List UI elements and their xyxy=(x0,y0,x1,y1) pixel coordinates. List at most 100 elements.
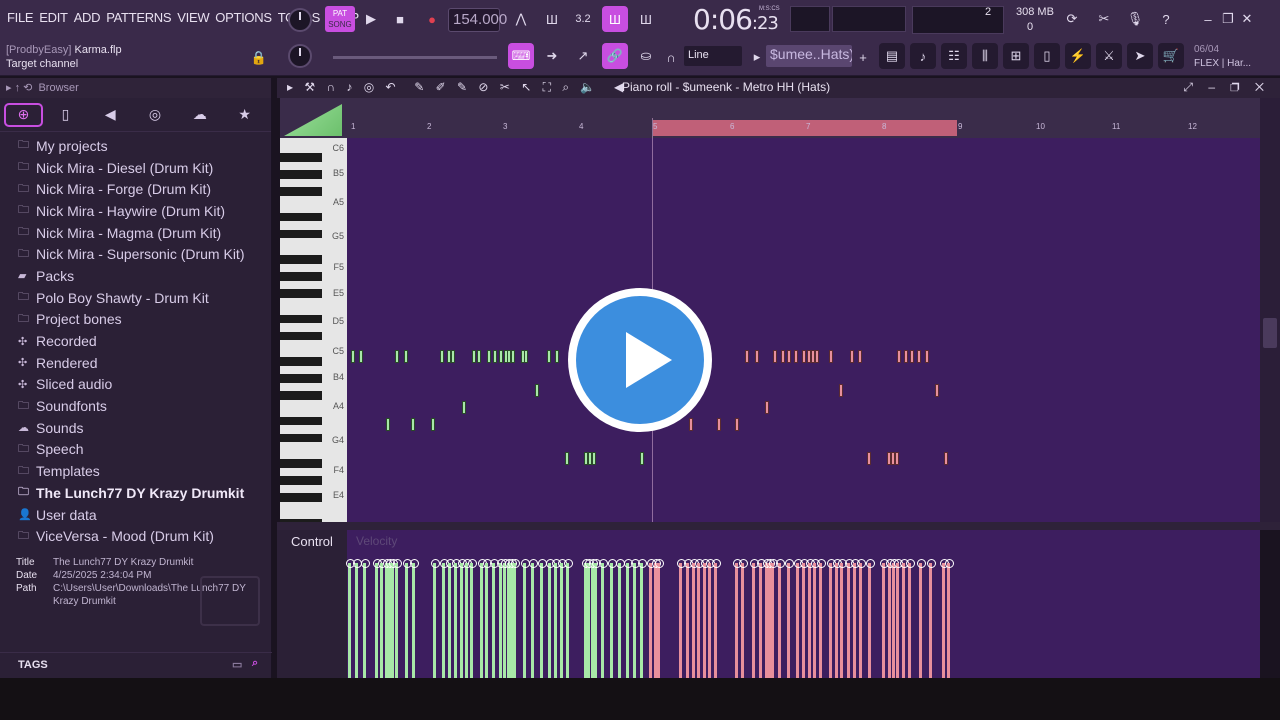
note[interactable] xyxy=(829,350,833,363)
velocity-bar[interactable] xyxy=(497,559,506,678)
velocity-bar[interactable] xyxy=(695,559,704,678)
note[interactable] xyxy=(386,418,390,431)
playlist-icon[interactable]: ▤ xyxy=(879,43,905,69)
browser-item[interactable]: ✣ Sliced audio xyxy=(0,374,271,396)
black-key[interactable] xyxy=(280,476,322,485)
browser-item[interactable]: ✣ Rendered xyxy=(0,352,271,374)
velocity-bar[interactable] xyxy=(838,559,847,678)
note[interactable] xyxy=(640,452,644,465)
master-volume-knob[interactable] xyxy=(288,8,312,32)
note[interactable] xyxy=(351,350,355,363)
velocity-bar[interactable] xyxy=(886,559,895,678)
piano-roll-icon[interactable]: ♪ xyxy=(910,43,936,69)
magnet-icon[interactable]: ∩ xyxy=(662,44,680,70)
control-target[interactable]: Velocity xyxy=(356,534,397,548)
note[interactable] xyxy=(815,350,819,363)
note[interactable] xyxy=(765,401,769,414)
link-icon[interactable]: 🔗 xyxy=(602,43,628,69)
note[interactable] xyxy=(555,350,559,363)
velocity-bar[interactable] xyxy=(558,559,567,678)
window-controls[interactable]: ⤢ – ❐ ✕ xyxy=(1183,80,1270,95)
velocity-bar[interactable] xyxy=(857,559,866,678)
tool-icons[interactable]: ▸ ⚒ ∩ ♪ ◎ ↶ ✎ ✐ ✎ ⊘ ✂ ↖ ⛶ ⌕ 🔈 ◀ xyxy=(287,80,627,95)
browser-item[interactable]: ✣ Recorded xyxy=(0,330,271,352)
black-key[interactable] xyxy=(280,459,322,468)
metronome-icon[interactable]: ⋀ xyxy=(508,6,534,32)
velocity-bar[interactable] xyxy=(616,559,625,678)
black-key[interactable] xyxy=(280,170,322,179)
stamp-icon[interactable]: ⛀ xyxy=(633,43,659,69)
black-key[interactable] xyxy=(280,187,322,196)
black-key[interactable] xyxy=(280,416,322,425)
note[interactable] xyxy=(717,418,721,431)
cut-icon[interactable]: ✂ xyxy=(1091,6,1117,32)
note-grid[interactable] xyxy=(347,138,1260,522)
note[interactable] xyxy=(755,350,759,363)
channel-rack-icon[interactable]: ☷ xyxy=(941,43,967,69)
note[interactable] xyxy=(511,350,515,363)
black-key[interactable] xyxy=(280,391,322,400)
menu-options[interactable]: OPTIONS xyxy=(212,10,274,25)
help-icon[interactable]: ? xyxy=(1153,6,1179,32)
velocity-bar[interactable] xyxy=(608,559,617,678)
velocity-bar[interactable] xyxy=(353,559,362,678)
velocity-bar[interactable] xyxy=(599,559,608,678)
note[interactable] xyxy=(547,350,551,363)
note[interactable] xyxy=(910,350,914,363)
search-icon[interactable]: ⌕ xyxy=(252,657,258,670)
cart-icon[interactable]: 🛒 xyxy=(1158,43,1184,69)
lock-icon[interactable]: 🔒 xyxy=(246,45,272,71)
news-box[interactable]: 06/04 FLEX | Har... xyxy=(1194,43,1251,71)
velocity-bar[interactable] xyxy=(945,559,954,678)
browser-item[interactable]: 🗀 Soundfonts xyxy=(0,395,271,417)
velocity-bar[interactable] xyxy=(564,559,573,678)
note[interactable] xyxy=(895,452,899,465)
browser-icon[interactable]: ⊞ xyxy=(1003,43,1029,69)
note[interactable] xyxy=(472,350,476,363)
arrow-right-icon[interactable]: ➜ xyxy=(539,43,565,69)
note[interactable] xyxy=(904,350,908,363)
note[interactable] xyxy=(925,350,929,363)
velocity-bar[interactable] xyxy=(446,559,455,678)
velocity-bar[interactable] xyxy=(866,559,875,678)
black-key[interactable] xyxy=(280,314,322,323)
velocity-bar[interactable] xyxy=(894,559,903,678)
velocity-bar[interactable] xyxy=(431,559,440,678)
velocity-bar[interactable] xyxy=(521,559,530,678)
close-icon[interactable]: ✕ xyxy=(1237,6,1257,32)
velocity-bar[interactable] xyxy=(631,559,640,678)
black-key[interactable] xyxy=(280,357,322,366)
velocity-bar[interactable] xyxy=(833,559,842,678)
master-slider[interactable] xyxy=(333,56,497,59)
velocity-bar[interactable] xyxy=(501,559,510,678)
restore-icon[interactable]: ❐ xyxy=(1218,6,1238,32)
note[interactable] xyxy=(944,452,948,465)
black-key[interactable] xyxy=(280,493,322,502)
note[interactable] xyxy=(477,350,481,363)
velocity-bar[interactable] xyxy=(890,559,899,678)
velocity-bar[interactable] xyxy=(478,559,487,678)
add-channel-icon[interactable]: + xyxy=(852,44,874,70)
note[interactable] xyxy=(787,350,791,363)
velocity-bar[interactable] xyxy=(811,559,820,678)
browser-item[interactable]: 🗀 Templates xyxy=(0,460,271,482)
velocity-bar[interactable] xyxy=(440,559,449,678)
plugins-tab-icon[interactable]: ◎ xyxy=(133,103,178,127)
menu-view[interactable]: VIEW xyxy=(174,10,212,25)
control-label[interactable]: Control xyxy=(291,534,333,549)
note[interactable] xyxy=(858,350,862,363)
velocity-bar[interactable] xyxy=(900,559,909,678)
velocity-bar[interactable] xyxy=(592,559,601,678)
typing-keyboard-icon[interactable]: ⌨ xyxy=(508,43,534,69)
velocity-bar[interactable] xyxy=(490,559,499,678)
velocity-bar[interactable] xyxy=(690,559,699,678)
note[interactable] xyxy=(917,350,921,363)
black-key[interactable] xyxy=(280,374,322,383)
black-key[interactable] xyxy=(280,331,322,340)
tweet-icon[interactable]: ➤ xyxy=(1127,43,1153,69)
velocity-bar[interactable] xyxy=(701,559,710,678)
snap-select[interactable]: Line xyxy=(684,46,742,66)
note[interactable] xyxy=(897,350,901,363)
note[interactable] xyxy=(359,350,363,363)
black-key[interactable] xyxy=(280,289,322,298)
